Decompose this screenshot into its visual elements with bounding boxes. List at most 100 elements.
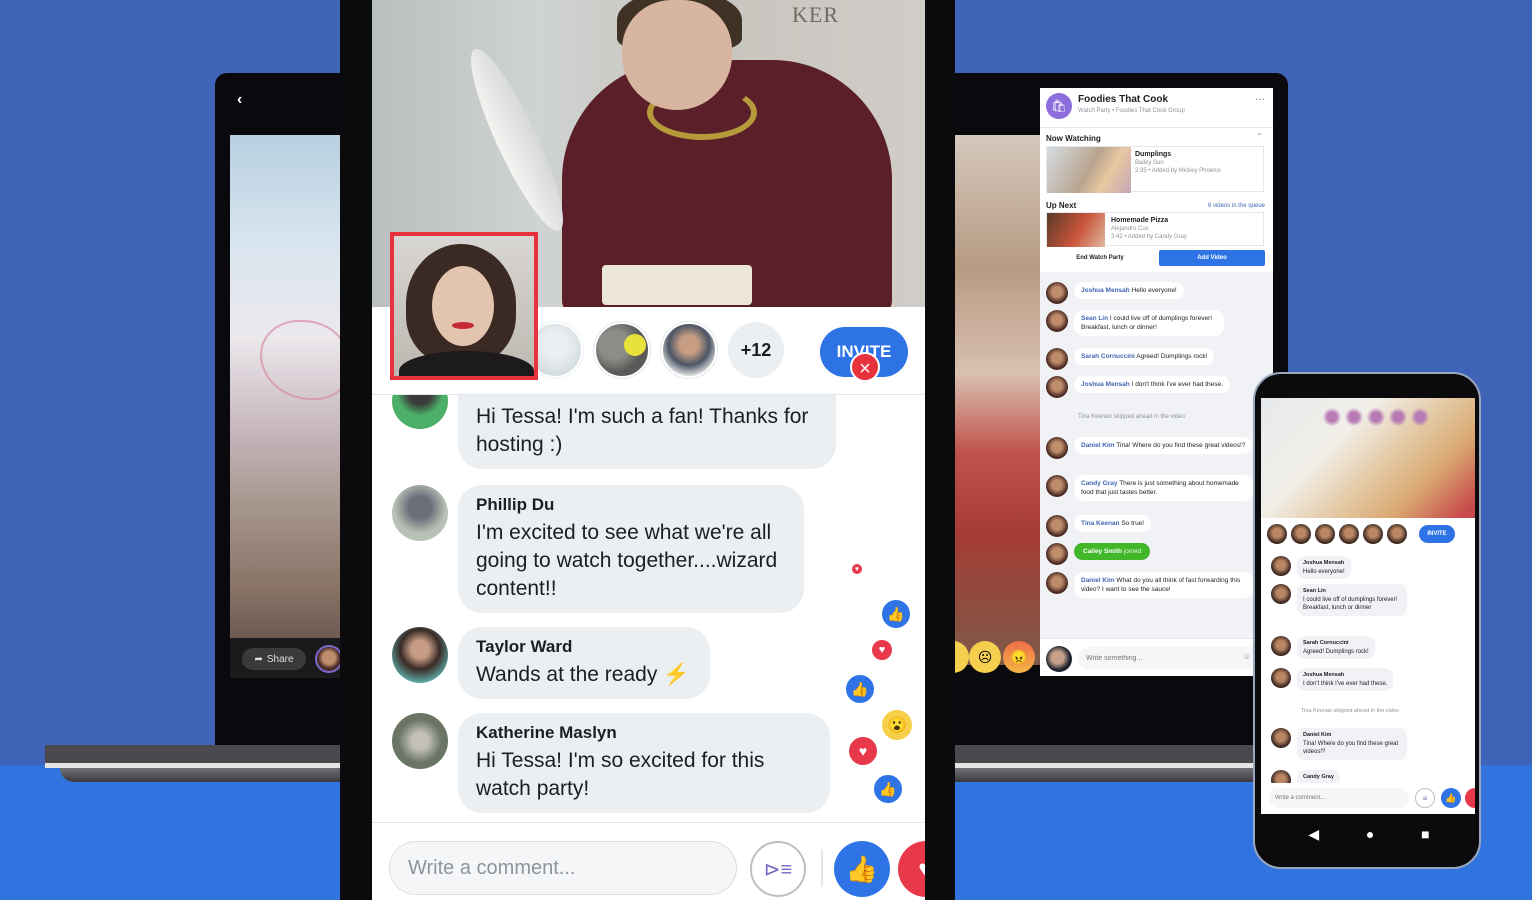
avatar[interactable]: [1046, 437, 1068, 459]
love-reaction-icon: ♥: [850, 562, 864, 576]
avatar[interactable]: [1046, 282, 1068, 304]
avatar[interactable]: [1271, 668, 1291, 688]
avatar[interactable]: [1046, 515, 1068, 537]
avatar[interactable]: [1046, 475, 1068, 497]
chat-author[interactable]: Daniel Kim: [1081, 577, 1115, 584]
close-pip-button[interactable]: ×: [850, 352, 880, 382]
right-laptop: ☹ 😠 🛍 Foodies That Cook Watch Party • Fo…: [937, 73, 1288, 745]
share-button[interactable]: ➦ Share: [242, 648, 306, 670]
chat-author[interactable]: Sarah Cornuccini: [1303, 639, 1369, 648]
recents-nav-icon[interactable]: ■: [1421, 826, 1429, 842]
chat-author[interactable]: Sean Lin: [1081, 315, 1108, 322]
comment: Renee Albert Hi Tessa! I'm such a fan! T…: [392, 395, 836, 469]
more-options-icon[interactable]: ···: [1255, 94, 1265, 105]
chat-message: Sean Lin I could live off of dumplings f…: [1046, 310, 1224, 336]
like-button[interactable]: 👍: [834, 841, 890, 897]
chat-message: Daniel Kim Tina! Where do you find these …: [1271, 728, 1407, 760]
comment-text: Hi Tessa! I'm such a fan! Thanks for hos…: [476, 405, 809, 456]
avatar[interactable]: [392, 627, 448, 683]
divider: [821, 849, 823, 887]
end-watch-party-button[interactable]: End Watch Party: [1046, 250, 1154, 266]
up-next-card[interactable]: Homemade Pizza Alejandro Cox 3:42 • Adde…: [1046, 212, 1264, 247]
comment-author[interactable]: Taylor Ward: [476, 637, 692, 657]
chat-input[interactable]: [1078, 647, 1266, 669]
avatar[interactable]: [1271, 636, 1291, 656]
small-phone-video[interactable]: [1261, 398, 1475, 518]
viewer-avatar[interactable]: [1315, 524, 1335, 544]
group-subtitle: Watch Party • Foodies That Cook Group: [1078, 108, 1185, 114]
chat-author[interactable]: Joshua Mensah: [1303, 671, 1387, 680]
left-laptop-base: [45, 745, 345, 783]
chat-author[interactable]: Daniel Kim: [1081, 442, 1115, 449]
skip-notice: Tina Keenan skipped ahead in the video: [1078, 414, 1185, 420]
chat-author[interactable]: Joshua Mensah: [1303, 559, 1345, 568]
wow-reaction-icon: 😮: [880, 708, 914, 742]
viewer-avatar[interactable]: [1363, 524, 1383, 544]
chat-text: Hello everyone!: [1303, 568, 1345, 575]
viewer-avatar[interactable]: [661, 322, 717, 378]
add-video-button[interactable]: Add Video: [1159, 250, 1265, 266]
viewer-avatar[interactable]: [1339, 524, 1359, 544]
chat-message: Daniel Kim What do you all think of fast…: [1046, 572, 1254, 598]
angry-reaction-icon[interactable]: 😠: [1003, 641, 1035, 673]
chat-author[interactable]: Joshua Mensah: [1081, 287, 1130, 294]
video-queue-button[interactable]: ≡: [1415, 788, 1435, 808]
avatar[interactable]: [1271, 556, 1291, 576]
queue-count-link[interactable]: 6 videos in the queue: [1208, 203, 1265, 209]
invite-button[interactable]: INVITE: [1419, 525, 1455, 543]
avatar[interactable]: [1046, 572, 1068, 594]
chat-text: I don't think I've ever had these.: [1303, 680, 1388, 687]
thumbs-up-icon: 👍: [845, 853, 879, 884]
comment-input[interactable]: [389, 841, 737, 895]
like-button[interactable]: 👍: [1441, 788, 1461, 808]
avatar[interactable]: [392, 713, 448, 769]
comment-author[interactable]: Phillip Du: [476, 495, 786, 515]
viewer-avatar[interactable]: [594, 322, 650, 378]
avatar[interactable]: [1046, 348, 1068, 370]
avatar[interactable]: [1046, 310, 1068, 332]
chat-text: Agreed! Dumplings rock!: [1136, 353, 1208, 360]
more-viewers-count[interactable]: +12: [728, 322, 784, 378]
chat-text: So true!: [1121, 520, 1145, 527]
back-nav-icon[interactable]: ◀: [1308, 826, 1319, 843]
panel-header: 🛍 Foodies That Cook Watch Party • Foodie…: [1040, 88, 1273, 128]
comment-author[interactable]: Katherine Maslyn: [476, 723, 812, 743]
sad-reaction-icon[interactable]: ☹: [969, 641, 1001, 673]
chat-author[interactable]: Sean Lin: [1303, 587, 1401, 596]
viewer-avatar[interactable]: [1387, 524, 1407, 544]
chat-author[interactable]: Joshua Mensah: [1081, 381, 1130, 388]
avatar[interactable]: [1271, 584, 1291, 604]
chat-message: Joshua Mensah I don't think I've ever ha…: [1046, 376, 1230, 398]
comment-composer: ⊳≡ 👍 ♥: [372, 822, 925, 900]
chat-author[interactable]: Daniel Kim: [1303, 731, 1401, 740]
chat-author[interactable]: Candy Gray: [1081, 480, 1118, 487]
avatar: [1046, 646, 1072, 672]
chat-author[interactable]: Tina Keenan: [1081, 520, 1120, 527]
avatar[interactable]: [1271, 728, 1291, 748]
back-icon[interactable]: ‹: [237, 91, 242, 109]
love-button[interactable]: ♥: [898, 841, 925, 897]
chat-author[interactable]: Candy Gray: [1303, 773, 1334, 782]
group-title[interactable]: Foodies That Cook: [1078, 94, 1168, 105]
chat-message: Candy Gray There is just something about…: [1046, 475, 1254, 501]
joined-name[interactable]: Cailey Smith: [1083, 548, 1122, 555]
avatar[interactable]: [315, 645, 343, 673]
comment-input[interactable]: [1269, 788, 1409, 808]
now-watching-card[interactable]: Dumplings Bailey Sun 2:35 • Added by Mic…: [1046, 146, 1264, 193]
chat-author[interactable]: Sarah Cornuccini: [1081, 353, 1135, 360]
picture-in-picture-video[interactable]: [390, 232, 538, 380]
avatar[interactable]: [1046, 543, 1068, 565]
viewer-avatar[interactable]: [1267, 524, 1287, 544]
video-queue-button[interactable]: ⊳≡: [750, 841, 806, 897]
poster-text: KER: [792, 2, 839, 27]
viewer-avatar[interactable]: [1291, 524, 1311, 544]
collapse-chevron-icon[interactable]: ⌃: [1256, 132, 1263, 141]
avatar[interactable]: [1046, 376, 1068, 398]
heart-icon: ♥: [918, 854, 925, 885]
home-nav-icon[interactable]: ●: [1366, 826, 1374, 842]
love-button[interactable]: [1465, 788, 1475, 808]
comment-text: I'm excited to see what we're all going …: [476, 521, 778, 600]
avatar[interactable]: [392, 395, 448, 429]
avatar[interactable]: [392, 485, 448, 541]
comment-text: Wands at the ready: [476, 663, 658, 686]
